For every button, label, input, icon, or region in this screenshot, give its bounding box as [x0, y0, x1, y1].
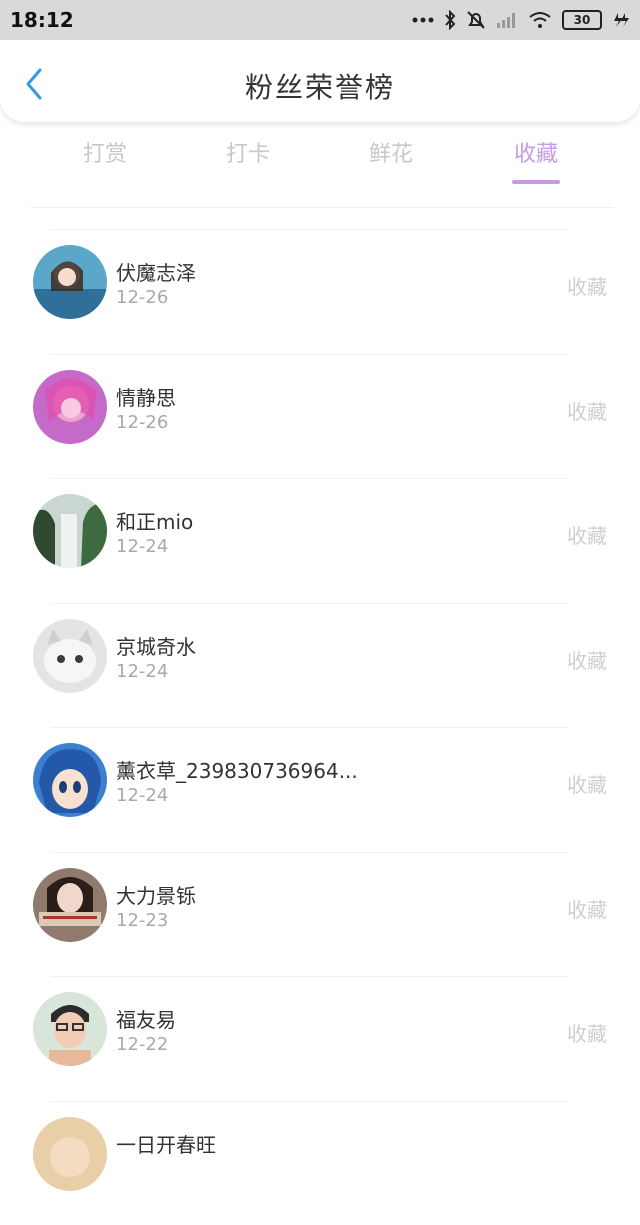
signal-icon	[496, 11, 518, 29]
user-name: 大力景铄	[116, 880, 196, 909]
bluetooth-icon	[444, 10, 456, 30]
date: 12-24	[116, 785, 168, 806]
status-time: 18:12	[10, 8, 74, 32]
list-item[interactable]: 京城奇水 12-24 收藏	[0, 603, 640, 728]
avatar[interactable]	[33, 619, 107, 693]
list-item[interactable]: 福友易 12-22 收藏	[0, 976, 640, 1101]
tab-checkin[interactable]: 打卡	[193, 136, 303, 168]
list-item[interactable]: 情静思 12-26 收藏	[0, 354, 640, 479]
avatar[interactable]	[33, 992, 107, 1066]
divider	[50, 229, 568, 230]
date: 12-26	[116, 412, 168, 433]
divider	[50, 852, 568, 853]
action-label: 收藏	[567, 271, 607, 300]
avatar[interactable]	[33, 1117, 107, 1191]
tab-favorites[interactable]: 收藏	[481, 136, 591, 168]
tab-favorites-label: 收藏	[514, 142, 558, 167]
date: 12-22	[116, 1034, 168, 1055]
date: 12-24	[116, 536, 168, 557]
list-item[interactable]: 伏魔志泽 12-26 收藏	[0, 229, 640, 354]
action-label: 收藏	[567, 769, 607, 798]
avatar[interactable]	[33, 743, 107, 817]
more-dots-icon	[412, 17, 434, 23]
action-label: 收藏	[567, 1018, 607, 1047]
avatar[interactable]	[33, 494, 107, 568]
wifi-icon	[528, 11, 552, 29]
date: 12-26	[116, 287, 168, 308]
divider	[50, 354, 568, 355]
avatar[interactable]	[33, 245, 107, 319]
avatar[interactable]	[33, 370, 107, 444]
action-label: 收藏	[567, 645, 607, 674]
charging-icon	[612, 11, 630, 29]
divider	[50, 976, 568, 977]
user-name: 薰衣草_239830736964...	[116, 755, 358, 784]
header: 粉丝荣誉榜	[0, 40, 640, 122]
active-tab-indicator	[512, 180, 560, 184]
user-name: 京城奇水	[116, 631, 196, 660]
list-item[interactable]: 和正mio 12-24 收藏	[0, 478, 640, 603]
alarm-off-icon	[466, 10, 486, 30]
user-name: 福友易	[116, 1004, 176, 1033]
avatar[interactable]	[33, 868, 107, 942]
tab-bar: 打赏 打卡 鲜花 收藏	[0, 136, 640, 196]
divider	[50, 603, 568, 604]
divider	[50, 727, 568, 728]
user-name: 情静思	[116, 382, 176, 411]
status-icons: 30	[412, 10, 630, 30]
user-name: 伏魔志泽	[116, 257, 196, 286]
divider	[50, 1101, 568, 1102]
tab-flowers[interactable]: 鲜花	[336, 136, 446, 168]
battery-icon: 30	[562, 10, 602, 30]
divider	[50, 478, 568, 479]
tabs-divider	[30, 207, 614, 208]
tab-reward[interactable]: 打赏	[50, 136, 160, 168]
action-label: 收藏	[567, 894, 607, 923]
date: 12-24	[116, 661, 168, 682]
status-bar: 18:12 30	[0, 0, 640, 40]
list-item[interactable]: 薰衣草_239830736964... 12-24 收藏	[0, 727, 640, 852]
list-item[interactable]: 一日开春旺	[0, 1101, 640, 1225]
action-label: 收藏	[567, 396, 607, 425]
user-name: 一日开春旺	[116, 1129, 216, 1158]
action-label: 收藏	[567, 520, 607, 549]
fan-list: 伏魔志泽 12-26 收藏 情静思 12-26 收藏 和正mio 12-24 收…	[0, 229, 640, 1225]
date: 12-23	[116, 910, 168, 931]
page-title: 粉丝荣誉榜	[0, 66, 640, 106]
list-item[interactable]: 大力景铄 12-23 收藏	[0, 852, 640, 977]
user-name: 和正mio	[116, 506, 193, 535]
